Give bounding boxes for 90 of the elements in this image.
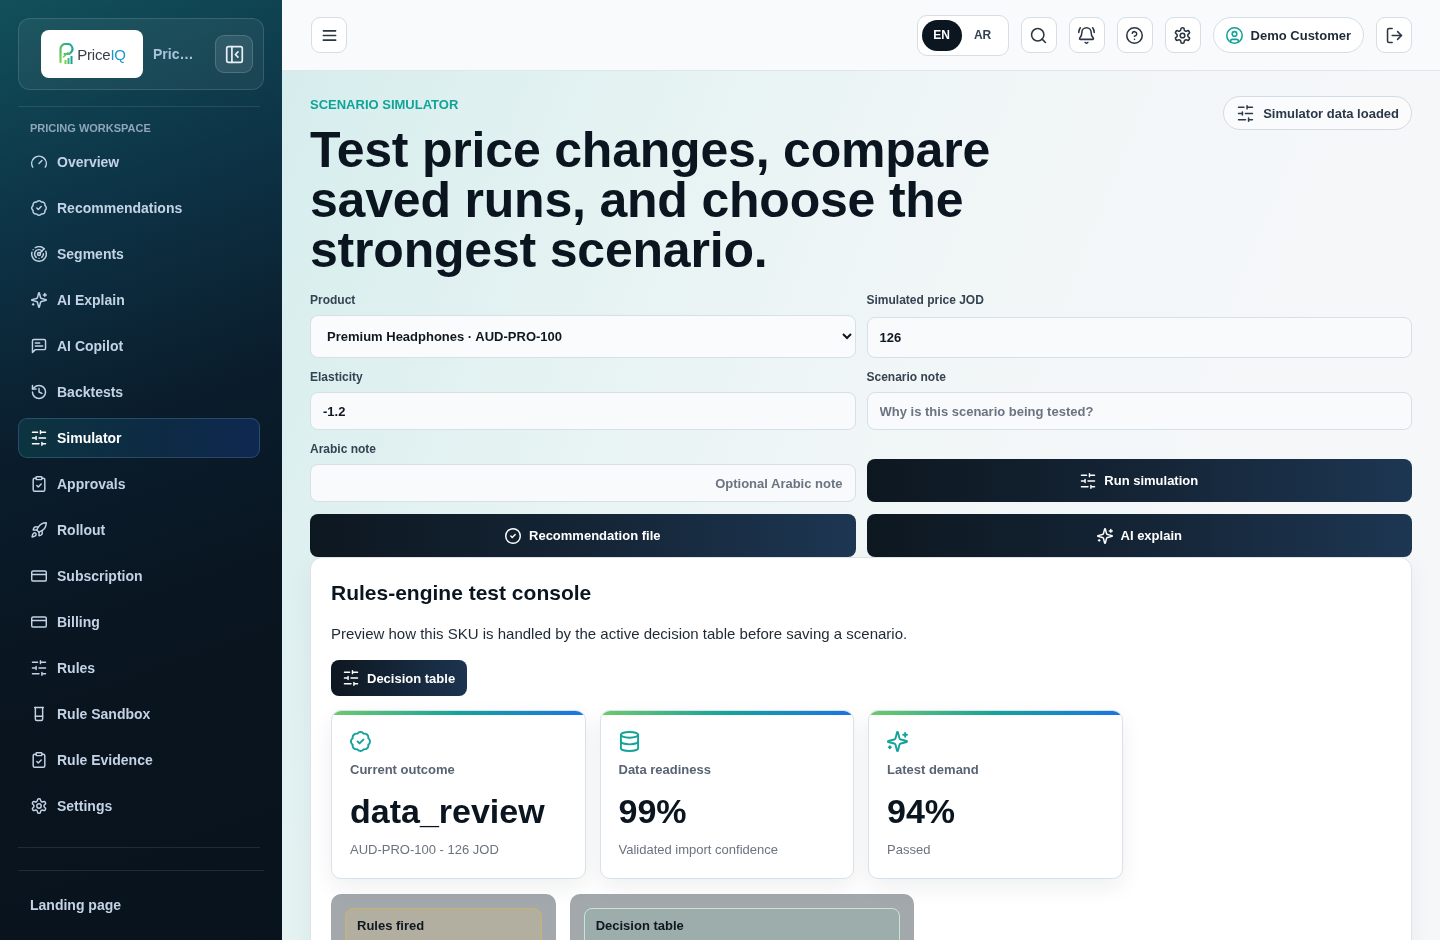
stat-value: data_review bbox=[350, 791, 546, 831]
sliders-icon bbox=[31, 430, 47, 446]
nav-item[interactable]: Overview bbox=[18, 142, 260, 182]
input-field[interactable]: Why is this scenario being tested? bbox=[866, 392, 1412, 430]
sliders-icon bbox=[1237, 104, 1255, 122]
select-field[interactable]: Premium Headphones · AUD-PRO-100 bbox=[310, 315, 856, 358]
cup-icon bbox=[31, 706, 47, 722]
message-icon bbox=[31, 338, 47, 354]
decision-table-button[interactable]: Decision table bbox=[331, 660, 468, 696]
stat-note: Validated import confidence bbox=[618, 841, 779, 859]
action-button[interactable]: Recommendation file bbox=[310, 514, 856, 557]
input-field[interactable]: -1.2 bbox=[310, 392, 856, 430]
card-title: Decision table bbox=[595, 917, 685, 935]
action-button[interactable]: AI explain bbox=[866, 514, 1412, 557]
sliders-icon bbox=[1080, 472, 1097, 489]
nav-item[interactable]: Recommendations bbox=[18, 188, 260, 228]
language-option[interactable]: EN bbox=[921, 19, 962, 51]
badge-check-icon bbox=[31, 200, 47, 216]
sparkles-icon bbox=[31, 292, 47, 308]
collapse-sidebar-button[interactable] bbox=[215, 35, 253, 73]
settings-icon bbox=[1174, 26, 1192, 44]
clipboard-check-icon bbox=[31, 752, 47, 768]
page-title: Test price changes, compare saved runs, and choose the strongest scenario. bbox=[310, 125, 992, 275]
database-icon bbox=[618, 731, 640, 752]
sliders-icon bbox=[343, 670, 359, 686]
search-icon bbox=[1030, 26, 1048, 44]
nav-item[interactable]: AI Copilot bbox=[18, 326, 260, 366]
credit-card-icon bbox=[31, 614, 47, 630]
user-menu-button[interactable]: Demo Customer bbox=[1212, 17, 1364, 53]
panel-description: Preview how this SKU is handled by the active decision table before saving a scenario. bbox=[331, 624, 909, 644]
card-title: Rules fired bbox=[357, 917, 426, 935]
logo-wordmark: PriceIQ bbox=[77, 45, 126, 63]
action-button[interactable]: Run simulation bbox=[866, 459, 1412, 502]
nav-item[interactable]: Simulator bbox=[18, 418, 260, 458]
nav-item[interactable]: Settings bbox=[18, 786, 260, 826]
field-label: Elasticity bbox=[310, 370, 364, 384]
stat-value: 99% bbox=[618, 791, 688, 831]
nav-item[interactable]: Rollout bbox=[18, 510, 260, 550]
sliders-icon bbox=[31, 660, 47, 676]
nav-item[interactable]: AI Explain bbox=[18, 280, 260, 320]
language-option[interactable]: AR bbox=[961, 19, 1004, 51]
rocket-icon bbox=[31, 522, 47, 538]
stat-note: Passed bbox=[887, 841, 932, 859]
sparkles-icon bbox=[1096, 527, 1113, 544]
search-button[interactable] bbox=[1020, 17, 1057, 53]
logout-icon bbox=[1385, 26, 1403, 44]
panel-title: Rules-engine test console bbox=[331, 580, 593, 606]
brand-name: Pric… bbox=[153, 46, 195, 62]
badge-check-icon bbox=[350, 731, 371, 752]
field-label: Simulated price JOD bbox=[866, 293, 985, 307]
user-circle-icon bbox=[1225, 26, 1243, 44]
radar-icon bbox=[31, 246, 47, 262]
stat-label: Latest demand bbox=[887, 761, 980, 779]
nav-item[interactable]: Billing bbox=[18, 602, 260, 642]
gauge-icon bbox=[31, 154, 47, 170]
panel-collapse-icon bbox=[224, 44, 244, 64]
nav-item[interactable]: Rule Sandbox bbox=[18, 694, 260, 734]
section-label: PRICING WORKSPACE bbox=[30, 121, 152, 135]
stat-note: AUD-PRO-100 - 126 JOD bbox=[350, 841, 500, 859]
notifications-button[interactable] bbox=[1068, 17, 1105, 53]
logout-button[interactable] bbox=[1376, 17, 1412, 53]
sparkles-icon bbox=[887, 731, 908, 752]
field-label: Arabic note bbox=[310, 442, 377, 456]
stat-label: Current outcome bbox=[350, 761, 456, 779]
landing-page-link[interactable]: Landing page bbox=[30, 895, 121, 915]
settings-button[interactable] bbox=[1164, 17, 1201, 53]
help-icon bbox=[1126, 26, 1144, 44]
menu-button[interactable] bbox=[311, 17, 347, 53]
stat-label: Data readiness bbox=[618, 761, 712, 779]
nav-item[interactable]: Subscription bbox=[18, 556, 260, 596]
credit-card-icon bbox=[31, 568, 47, 584]
nav-item[interactable]: Backtests bbox=[18, 372, 260, 412]
clipboard-check-icon bbox=[31, 476, 47, 492]
input-field[interactable]: 126 bbox=[866, 317, 1412, 358]
bell-icon bbox=[1078, 26, 1096, 44]
eyebrow-label: SCENARIO SIMULATOR bbox=[310, 97, 460, 113]
field-label: Scenario note bbox=[866, 370, 947, 384]
history-icon bbox=[31, 384, 47, 400]
field-label: Product bbox=[310, 293, 357, 307]
status-text: Simulator data loaded bbox=[1263, 105, 1399, 121]
help-button[interactable] bbox=[1116, 17, 1153, 53]
nav-item[interactable]: Rule Evidence bbox=[18, 740, 260, 780]
stat-value: 94% bbox=[887, 791, 957, 831]
settings-icon bbox=[31, 798, 47, 814]
check-circle-icon bbox=[505, 527, 521, 544]
nav-item[interactable]: Rules bbox=[18, 648, 260, 688]
input-field[interactable]: Optional Arabic note bbox=[310, 464, 856, 502]
nav-item[interactable]: Approvals bbox=[18, 464, 260, 504]
nav-item[interactable]: Segments bbox=[18, 234, 260, 274]
logo-mark-icon bbox=[58, 43, 76, 65]
